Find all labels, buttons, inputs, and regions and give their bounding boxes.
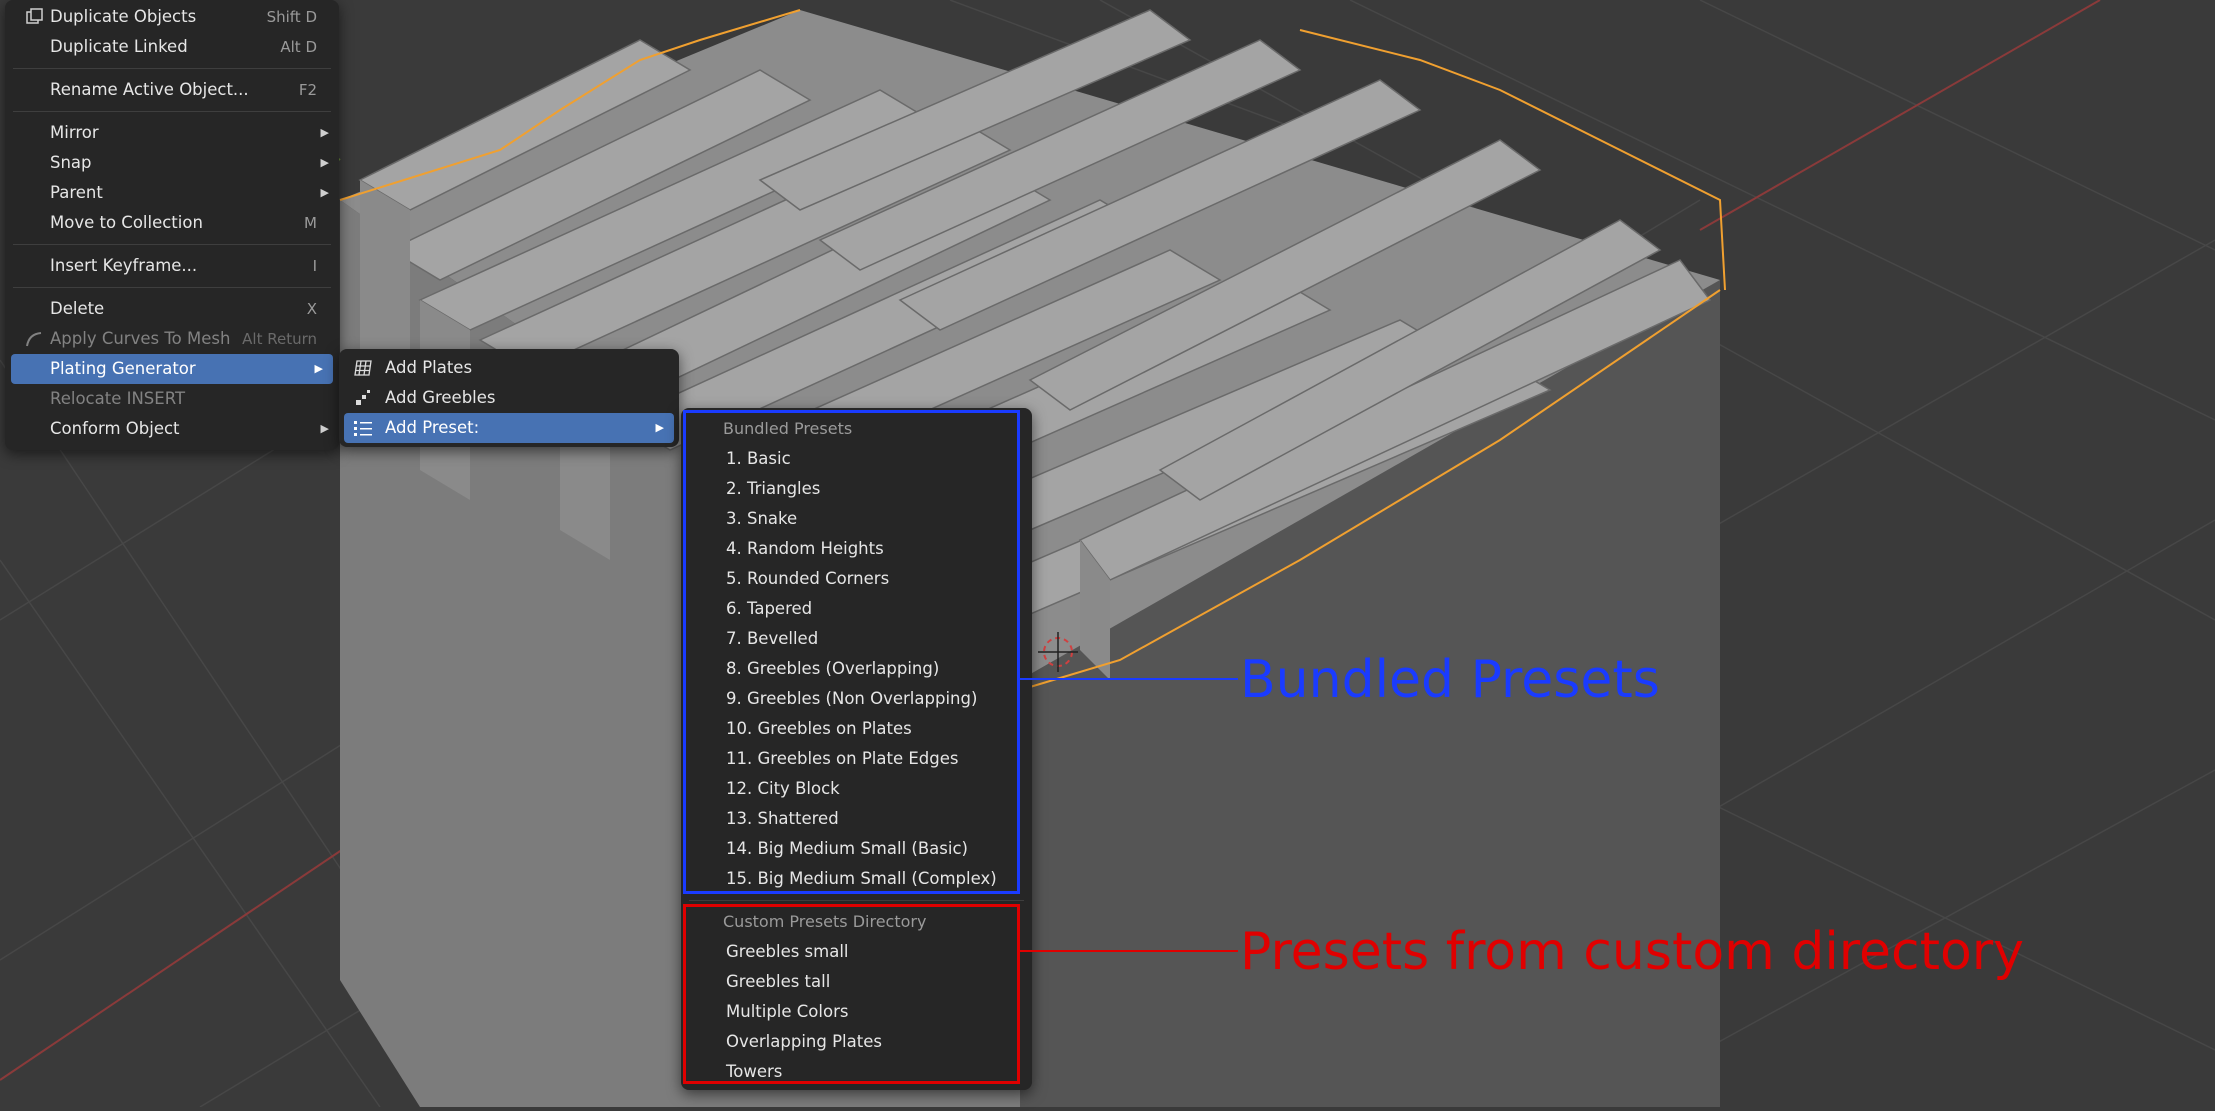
move-to-collection-item[interactable]: Move to Collection M [5,208,339,238]
parent-item[interactable]: Parent ▶ [5,178,339,208]
curves-icon [26,332,42,347]
bundled-presets-highlight-box [683,410,1020,894]
snap-item[interactable]: Snap ▶ [5,148,339,178]
bundled-callout-line [1020,678,1238,680]
custom-presets-highlight-box [683,904,1020,1084]
menu-separator [13,244,331,245]
menu-separator [13,287,331,288]
grid-plane-icon [354,360,372,376]
rename-active-object-item[interactable]: Rename Active Object... F2 [5,75,339,105]
insert-keyframe-item[interactable]: Insert Keyframe... I [5,251,339,281]
list-icon [354,421,372,436]
menu-separator [13,111,331,112]
menu-separator [689,900,1024,901]
submenu-arrow-icon: ▶ [320,126,329,139]
submenu-arrow-icon: ▶ [320,422,329,435]
custom-callout-line [1020,950,1238,952]
apply-curves-to-mesh-item: Apply Curves To Mesh Alt Return [5,324,339,354]
menu-separator [13,68,331,69]
duplicate-linked-item[interactable]: Duplicate Linked Alt D [5,32,339,62]
add-greebles-item[interactable]: Add Greebles [339,383,679,413]
custom-presets-annotation: Presets from custom directory [1240,922,2024,982]
add-preset-item[interactable]: Add Preset: ▶ [344,413,674,443]
submenu-arrow-icon: ▶ [320,186,329,199]
add-plates-item[interactable]: Add Plates [339,353,679,383]
submenu-arrow-icon: ▶ [655,421,664,434]
plating-generator-item[interactable]: Plating Generator ▶ [11,354,333,384]
plating-generator-submenu: Add Plates Add Greebles Add Preset: ▶ [339,349,679,447]
submenu-arrow-icon: ▶ [320,156,329,169]
delete-item[interactable]: Delete X [5,294,339,324]
duplicate-objects-item[interactable]: Duplicate Objects Shift D [5,2,339,32]
object-context-menu: Duplicate Objects Shift D Duplicate Link… [5,0,339,450]
submenu-arrow-icon: ▶ [314,362,323,375]
conform-object-item[interactable]: Conform Object ▶ [5,414,339,444]
duplicate-icon [26,8,43,24]
mirror-item[interactable]: Mirror ▶ [5,118,339,148]
bundled-presets-annotation: Bundled Presets [1240,650,1660,710]
relocate-insert-item: Relocate INSERT [50,389,186,408]
greeble-icon [356,390,370,405]
